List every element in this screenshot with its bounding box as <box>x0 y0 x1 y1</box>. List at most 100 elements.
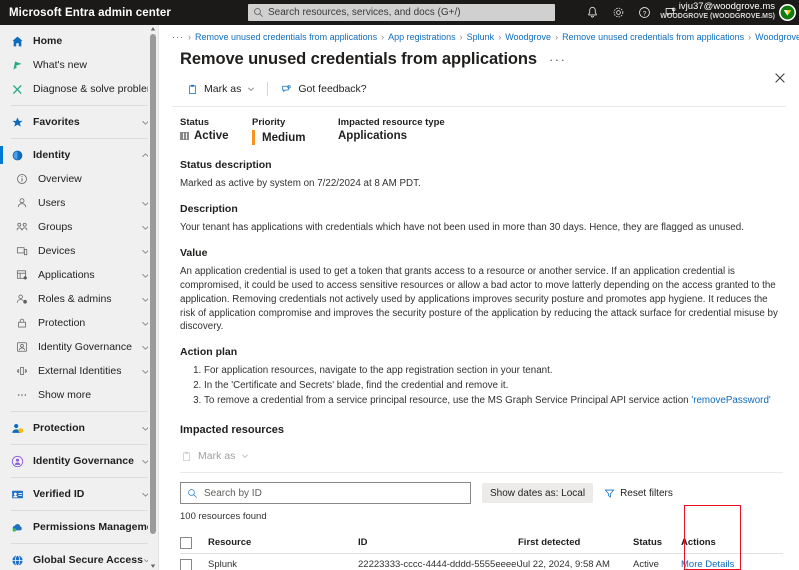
table-row[interactable]: Splunk 22223333-cccc-4444-dddd-5555eeee6… <box>180 554 783 570</box>
sidebar-item-identity-governance[interactable]: Identity Governance <box>0 449 158 473</box>
ellipsis-icon <box>15 388 29 402</box>
bell-icon[interactable] <box>586 6 599 19</box>
show-dates-as-button[interactable]: Show dates as: Local <box>482 483 594 504</box>
feedback-icon <box>280 83 292 95</box>
impacted-command-bar: Mark as <box>180 446 799 466</box>
roles-icon <box>15 292 29 306</box>
global-search-input[interactable]: Search resources, services, and docs (G+… <box>248 4 555 21</box>
row-checkbox-cell[interactable] <box>180 558 208 570</box>
sidebar-scrollbar-thumb[interactable] <box>150 34 156 534</box>
sidebar-item-label: Protection <box>33 422 85 434</box>
sidebar-item-applications[interactable]: Applications <box>0 263 158 287</box>
sidebar-item-label: Show more <box>38 389 92 401</box>
breadcrumb-item[interactable]: Woodgrove <box>755 32 799 42</box>
sidebar-item-label: Identity Governance <box>38 341 132 353</box>
group-icon <box>15 220 29 234</box>
sidebar-item-identity-governance-sub[interactable]: Identity Governance <box>0 335 158 359</box>
search-input[interactable]: Search by ID <box>180 482 471 505</box>
reset-filters-label: Reset filters <box>620 487 673 499</box>
sidebar-item-label: Permissions Management <box>33 521 158 533</box>
sidebar-item-external-identities[interactable]: External Identities <box>0 359 158 383</box>
column-header-first-detected[interactable]: First detected <box>518 537 633 548</box>
account-info[interactable]: ivju37@woodgrove.ms WOODGROVE (WOODGROVE… <box>660 2 775 20</box>
sidebar-item-label: Protection <box>38 317 86 329</box>
sidebar-item-diagnose-solve-problems[interactable]: Diagnose & solve problems <box>0 77 158 101</box>
search-icon <box>188 489 197 498</box>
sidebar-item-label: Users <box>38 197 66 209</box>
got-feedback-button[interactable]: Got feedback? <box>274 79 372 99</box>
summary-facts: Status Active Priority Medium Impacted r… <box>159 107 799 145</box>
column-header-actions[interactable]: Actions <box>681 537 741 548</box>
remove-password-code: 'removePassword' <box>691 394 771 406</box>
action-plan-step: To remove a credential from a service pr… <box>204 394 783 409</box>
sidebar-item-roles-admins[interactable]: Roles & admins <box>0 287 158 311</box>
description-heading: Description <box>180 202 238 215</box>
page-overflow-menu[interactable]: ··· <box>549 52 567 67</box>
left-navigation-sidebar[interactable]: Home What's new Diagnose & solve problem… <box>0 25 158 570</box>
column-header-status[interactable]: Status <box>633 537 681 548</box>
status-description-text: Marked as active by system on 7/22/2024 … <box>180 178 421 189</box>
sidebar-item-favorites[interactable]: Favorites <box>0 110 158 134</box>
more-details-link[interactable]: More Details <box>681 559 741 570</box>
impacted-mark-as-button[interactable]: Mark as <box>180 446 255 466</box>
mark-as-button[interactable]: Mark as <box>180 79 261 99</box>
breadcrumb-item[interactable]: Remove unused credentials from applicati… <box>562 32 744 42</box>
sidebar-item-devices[interactable]: Devices <box>0 239 158 263</box>
nav-divider <box>11 510 148 511</box>
cell-resource: Splunk <box>208 559 238 570</box>
select-all-checkbox-cell[interactable] <box>180 536 208 549</box>
nav-divider <box>11 411 148 412</box>
help-icon[interactable]: ? <box>638 6 651 19</box>
top-header-bar: Microsoft Entra admin center Search reso… <box>0 0 799 25</box>
sidebar-item-verified-id[interactable]: Verified ID <box>0 482 158 506</box>
column-header-resource[interactable]: Resource <box>208 537 358 548</box>
sidebar-item-overview[interactable]: Overview <box>0 167 158 191</box>
command-separator <box>267 82 269 96</box>
breadcrumb-item[interactable]: App registrations <box>388 32 456 42</box>
breadcrumb-item[interactable]: Woodgrove <box>505 32 551 42</box>
breadcrumb-item[interactable]: Splunk <box>467 32 495 42</box>
status-badge-icon <box>180 132 189 140</box>
close-icon[interactable] <box>773 71 787 85</box>
gear-icon[interactable] <box>612 6 625 19</box>
priority-label: Priority <box>252 117 286 128</box>
sidebar-item-home[interactable]: Home <box>0 29 158 53</box>
sidebar-item-permissions-management[interactable]: Permissions Management <box>0 515 158 539</box>
nav-divider <box>11 138 148 139</box>
filter-icon <box>604 489 615 498</box>
sidebar-item-users[interactable]: Users <box>0 191 158 215</box>
scroll-down-arrow-icon[interactable] <box>150 563 156 569</box>
external-identities-icon <box>15 364 29 378</box>
status-description-section: Status description Marked as active by s… <box>159 159 799 191</box>
sidebar-item-label: Applications <box>38 269 95 281</box>
avatar[interactable] <box>779 4 796 21</box>
chevron-down-icon[interactable] <box>247 85 255 93</box>
breadcrumb-item[interactable]: Remove unused credentials from applicati… <box>195 32 377 42</box>
sidebar-item-identity[interactable]: Identity <box>0 143 158 167</box>
scroll-up-arrow-icon[interactable] <box>150 26 156 32</box>
sidebar-scrollbar[interactable] <box>148 25 158 570</box>
sidebar-item-groups[interactable]: Groups <box>0 215 158 239</box>
column-header-id[interactable]: ID <box>358 537 518 548</box>
nav-list: Home What's new Diagnose & solve problem… <box>0 25 158 570</box>
value-text: An application credential is used to get… <box>180 265 778 333</box>
reset-filters-button[interactable]: Reset filters <box>604 488 673 499</box>
cell-first-detected: Jul 22, 2024, 9:58 AM <box>518 559 610 570</box>
sidebar-item-label: Identity <box>33 149 71 161</box>
breadcrumb-overflow[interactable]: ··· <box>172 32 184 42</box>
breadcrumb-separator: › <box>381 32 385 42</box>
breadcrumb-separator: › <box>459 32 463 42</box>
impacted-divider <box>180 472 783 474</box>
chevron-down-icon[interactable] <box>241 452 249 460</box>
sidebar-item-protection-sub[interactable]: Protection <box>0 311 158 335</box>
sidebar-item-whats-new[interactable]: What's new <box>0 53 158 77</box>
sidebar-item-label: Diagnose & solve problems <box>33 83 158 95</box>
row-checkbox[interactable] <box>180 558 192 570</box>
sidebar-item-protection[interactable]: Protection <box>0 416 158 440</box>
status-description-heading: Status description <box>180 159 272 171</box>
account-email: ivju37@woodgrove.ms <box>678 1 775 12</box>
sidebar-item-label: External Identities <box>38 365 122 377</box>
sidebar-item-global-secure-access[interactable]: Global Secure Access <box>0 548 158 570</box>
select-all-checkbox[interactable] <box>180 536 192 549</box>
sidebar-item-show-more[interactable]: Show more <box>0 383 158 407</box>
